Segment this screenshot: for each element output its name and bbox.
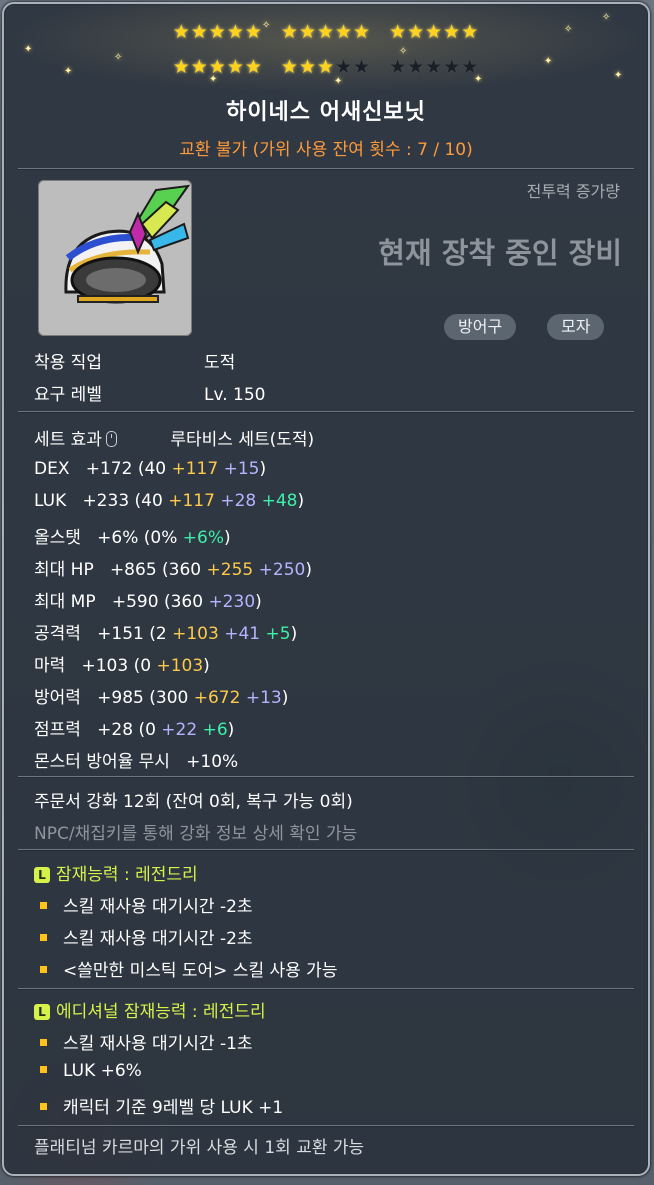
- enhance-detail-hint: NPC/채집키를 통해 강화 정보 상세 확인 가능: [34, 824, 358, 844]
- tag-armor: 방어구: [444, 314, 517, 340]
- stat-attack: 공격력 +151 (2 +103 +41 +5): [34, 624, 298, 644]
- combat-power-label: 전투력 증가량: [526, 182, 620, 201]
- additional-potential-line: 스킬 재사용 대기시간 -1초: [34, 1029, 253, 1054]
- star-sparkle-effect: ✦ ✦ ✧ ✦ ✧ ✦ ✧ ✦ ✦ ✧ ✦ ✧: [4, 4, 648, 94]
- stat-allstat: 올스탯 +6% (0% +6%): [34, 528, 231, 548]
- star-force-row-1: ★★★★★ ★★★★★ ★★★★★: [172, 21, 480, 43]
- legendary-grade-icon: L: [34, 1004, 50, 1020]
- potential-line: 스킬 재사용 대기시간 -2초: [34, 924, 253, 949]
- scroll-enhance-info: 주문서 강화 12회 (잔여 0회, 복구 가능 0회): [34, 792, 353, 812]
- divider: [18, 168, 634, 170]
- bullet-icon: [40, 1039, 47, 1046]
- divider: [18, 849, 634, 851]
- bullet-icon: [40, 1103, 47, 1110]
- tag-hat: 모자: [547, 314, 605, 340]
- divider: [18, 411, 634, 413]
- divider: [18, 776, 634, 778]
- legendary-grade-icon: L: [34, 867, 50, 883]
- required-level-row: 요구 레벨 Lv. 150: [34, 385, 266, 405]
- stat-ignore-defense: 몬스터 방어율 무시 +10%: [34, 752, 239, 772]
- item-icon-frame: [38, 180, 192, 336]
- trade-status: 교환 불가 (가위 사용 잔여 횟수 : 7 / 10): [179, 140, 473, 160]
- item-tooltip: ✦ ✦ ✧ ✦ ✧ ✦ ✧ ✦ ✦ ✧ ✦ ✧ ★★★★★ ★★★★★ ★★★★★ …: [2, 2, 650, 1176]
- combat-power-value: 현재 장착 중인 장비: [378, 236, 622, 270]
- bullet-icon: [40, 1066, 47, 1073]
- stat-max-mp: 최대 MP +590 (360 +230): [34, 592, 262, 612]
- stat-magic-attack: 마력 +103 (0 +103): [34, 656, 210, 676]
- bullet-icon: [40, 902, 47, 909]
- bullet-icon: [40, 934, 47, 941]
- stat-luk: LUK +233 (40 +117 +28 +48): [34, 491, 305, 511]
- bullet-icon: [40, 966, 47, 973]
- stat-max-hp: 최대 HP +865 (360 +255 +250): [34, 560, 312, 580]
- item-name: 하이네스 어새신보닛: [226, 100, 426, 125]
- potential-header: L 잠재능력 : 레전드리: [34, 860, 198, 885]
- star-force-row-2: ★★★★★ ★★★★★ ★★★★★: [172, 56, 480, 78]
- stat-dex: DEX +172 (40 +117 +15): [34, 459, 267, 479]
- potential-line: <쓸만한 미스틱 도어> 스킬 사용 가능: [34, 956, 337, 981]
- karma-scissors-note: 플래티넘 카르마의 가위 사용 시 1회 교환 가능: [34, 1138, 365, 1158]
- additional-potential-line: 캐릭터 기준 9레벨 당 LUK +1: [34, 1093, 283, 1118]
- helmet-icon: [64, 184, 191, 304]
- set-effect-row[interactable]: 세트 효과 루타비스 세트(도적): [34, 425, 314, 450]
- stat-defense: 방어력 +985 (300 +672 +13): [34, 688, 289, 708]
- divider: [18, 1125, 634, 1127]
- required-job-row: 착용 직업 도적: [34, 353, 236, 373]
- potential-line: 스킬 재사용 대기시간 -2초: [34, 892, 253, 917]
- stat-jump: 점프력 +28 (0 +22 +6): [34, 720, 235, 740]
- additional-potential-line: LUK +6%: [34, 1061, 142, 1081]
- mouse-icon: [105, 431, 117, 447]
- divider: [18, 988, 634, 990]
- additional-potential-header: L 에디셔널 잠재능력 : 레전드리: [34, 997, 266, 1022]
